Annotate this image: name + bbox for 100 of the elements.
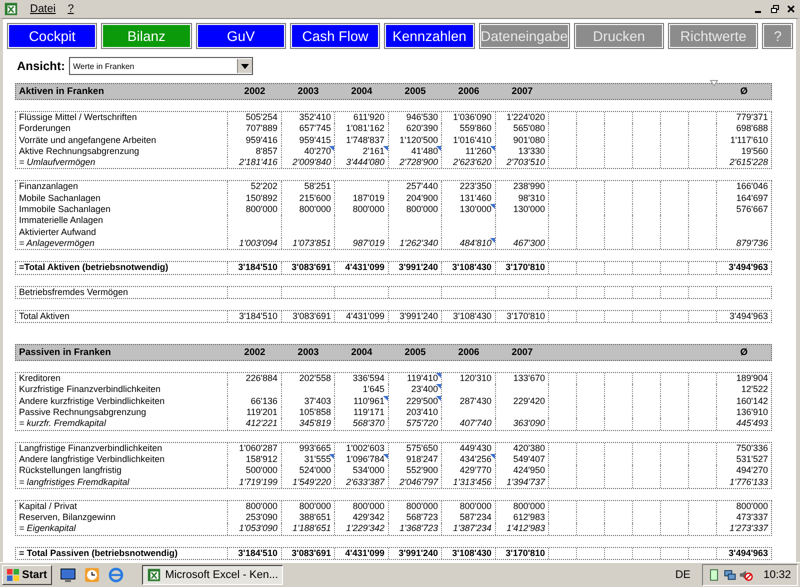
value-text: 1'387'234 xyxy=(453,523,492,534)
view-dropdown[interactable]: Werte in Franken xyxy=(69,57,253,75)
value-text: 8'857 xyxy=(256,146,278,156)
value-text: 131'460 xyxy=(460,192,492,203)
average-value: 3'494'963 xyxy=(728,262,768,272)
value-text: 238'990 xyxy=(513,181,545,192)
average-value: 698'688 xyxy=(736,123,768,134)
value-text: 946'530 xyxy=(406,112,438,122)
average-value: 800'000 xyxy=(736,500,768,511)
value-text: 52'202 xyxy=(250,181,278,192)
average-value: 750'336 xyxy=(736,442,768,453)
row-label: Finanzanlagen xyxy=(19,181,78,192)
dropdown-arrow-icon[interactable] xyxy=(241,64,249,68)
value-text: 257'440 xyxy=(406,181,438,192)
desktop-icon[interactable] xyxy=(60,567,76,583)
value-text: 959'416 xyxy=(246,134,278,145)
value-text: 568'370 xyxy=(352,418,384,428)
average-heading: Ø xyxy=(739,347,749,358)
value-text: 3'108'430 xyxy=(452,262,492,272)
average-value: 1'776'133 xyxy=(730,476,768,487)
year-heading: 2002 xyxy=(243,347,266,358)
value-text: 1'188'651 xyxy=(292,523,331,534)
value-text: 37'403 xyxy=(304,396,331,406)
value-text: 552'900 xyxy=(406,465,438,476)
value-text: 119'410 xyxy=(406,373,438,384)
nav-button[interactable]: Bilanz xyxy=(102,24,191,48)
nav-button[interactable]: Kennzahlen xyxy=(385,24,474,48)
value-text: 3'170'810 xyxy=(506,548,545,558)
value-text: 130'000 xyxy=(460,204,492,214)
average-value: 12'522 xyxy=(741,384,768,394)
value-text: 98'310 xyxy=(518,192,545,203)
nav-button[interactable]: Cockpit xyxy=(8,24,96,48)
value-text: 565'080 xyxy=(513,123,545,134)
value-text: 229'420 xyxy=(513,396,545,406)
value-text: 1'060'287 xyxy=(239,442,278,453)
value-text: 424'950 xyxy=(513,465,545,476)
close-icon[interactable] xyxy=(786,4,796,14)
taskbar-item[interactable]: Microsoft Excel - Ken... xyxy=(142,565,284,585)
value-text: 1'719'199 xyxy=(239,476,278,487)
clock-icon[interactable] xyxy=(84,567,100,583)
menu-item[interactable]: Datei xyxy=(30,3,56,15)
triangle-icon xyxy=(710,80,718,86)
language-indicator[interactable]: DE xyxy=(675,569,698,581)
value-text: 800'000 xyxy=(246,204,278,214)
value-text: 434'256 xyxy=(460,454,492,464)
value-text: 993'665 xyxy=(299,442,331,453)
muted-speaker-icon[interactable] xyxy=(739,568,754,582)
row-label: Flüssige Mittel / Wertschriften xyxy=(19,112,137,122)
spreadsheet-icon[interactable] xyxy=(4,2,18,16)
start-button[interactable]: Start xyxy=(2,565,52,585)
value-text: 3'991'240 xyxy=(398,548,438,558)
value-text: 3'170'810 xyxy=(506,262,545,272)
value-text: 707'889 xyxy=(246,123,278,134)
average-value: 531'527 xyxy=(736,454,768,464)
value-text: 2'009'840 xyxy=(292,157,331,168)
average-value: 3'494'963 xyxy=(730,310,768,321)
value-text: 363'090 xyxy=(513,418,545,428)
row-label: = langfristiges Fremdkapital xyxy=(19,476,130,487)
average-heading: Ø xyxy=(739,86,749,97)
value-text: 41'480 xyxy=(411,146,438,156)
value-text: 352'410 xyxy=(299,112,331,122)
year-heading: 2002 xyxy=(243,86,266,97)
value-text: 1'003'094 xyxy=(239,238,278,248)
value-text: 620'390 xyxy=(406,123,438,134)
value-text: 150'892 xyxy=(246,192,278,203)
value-text: 959'415 xyxy=(299,134,331,145)
value-text: 119'201 xyxy=(246,407,278,418)
value-text: 287'430 xyxy=(460,396,492,406)
value-text: 429'770 xyxy=(460,465,492,476)
average-value: 1'117'610 xyxy=(730,134,768,145)
value-text: 187'019 xyxy=(352,192,384,203)
row-label: Langfristige Finanzverbindlichkeiten xyxy=(19,442,162,453)
value-text: 2'181'416 xyxy=(239,157,278,168)
network-icon[interactable] xyxy=(723,568,738,582)
nav-button[interactable]: GuV xyxy=(196,24,285,48)
browser-icon[interactable] xyxy=(108,567,124,583)
value-text: 2'703'510 xyxy=(506,157,545,168)
value-text: 4'431'099 xyxy=(345,548,384,558)
nav-button[interactable]: Cash Flow xyxy=(290,24,380,48)
value-text: 1'394'737 xyxy=(506,476,545,487)
row-label: Reserven, Bilanzgewinn xyxy=(19,512,116,522)
section-title: Aktiven in Franken xyxy=(18,86,105,97)
year-heading: 2003 xyxy=(296,347,320,358)
restore-icon[interactable] xyxy=(770,4,780,14)
menu-item[interactable]: ? xyxy=(68,3,74,15)
value-text: 133'670 xyxy=(513,373,545,384)
row-label: Kurzfristige Finanzverbindlichkeiten xyxy=(19,384,161,394)
value-text: 412'221 xyxy=(246,418,278,428)
row-label: Total Aktiven xyxy=(19,310,70,321)
value-text: 800'000 xyxy=(352,500,384,511)
value-text: 223'350 xyxy=(460,181,492,192)
value-text: 1'368'723 xyxy=(400,523,438,534)
section-title: Passiven in Franken xyxy=(18,347,112,358)
row-label: Betriebsfremdes Vermögen xyxy=(19,286,128,297)
row-label: Kapital / Privat xyxy=(19,500,78,511)
average-value: 494'270 xyxy=(736,465,768,476)
value-text: 575'650 xyxy=(406,442,438,453)
value-text: 1'081'162 xyxy=(346,123,384,134)
value-text: 800'000 xyxy=(246,500,278,511)
value-text: 505'254 xyxy=(246,112,278,122)
